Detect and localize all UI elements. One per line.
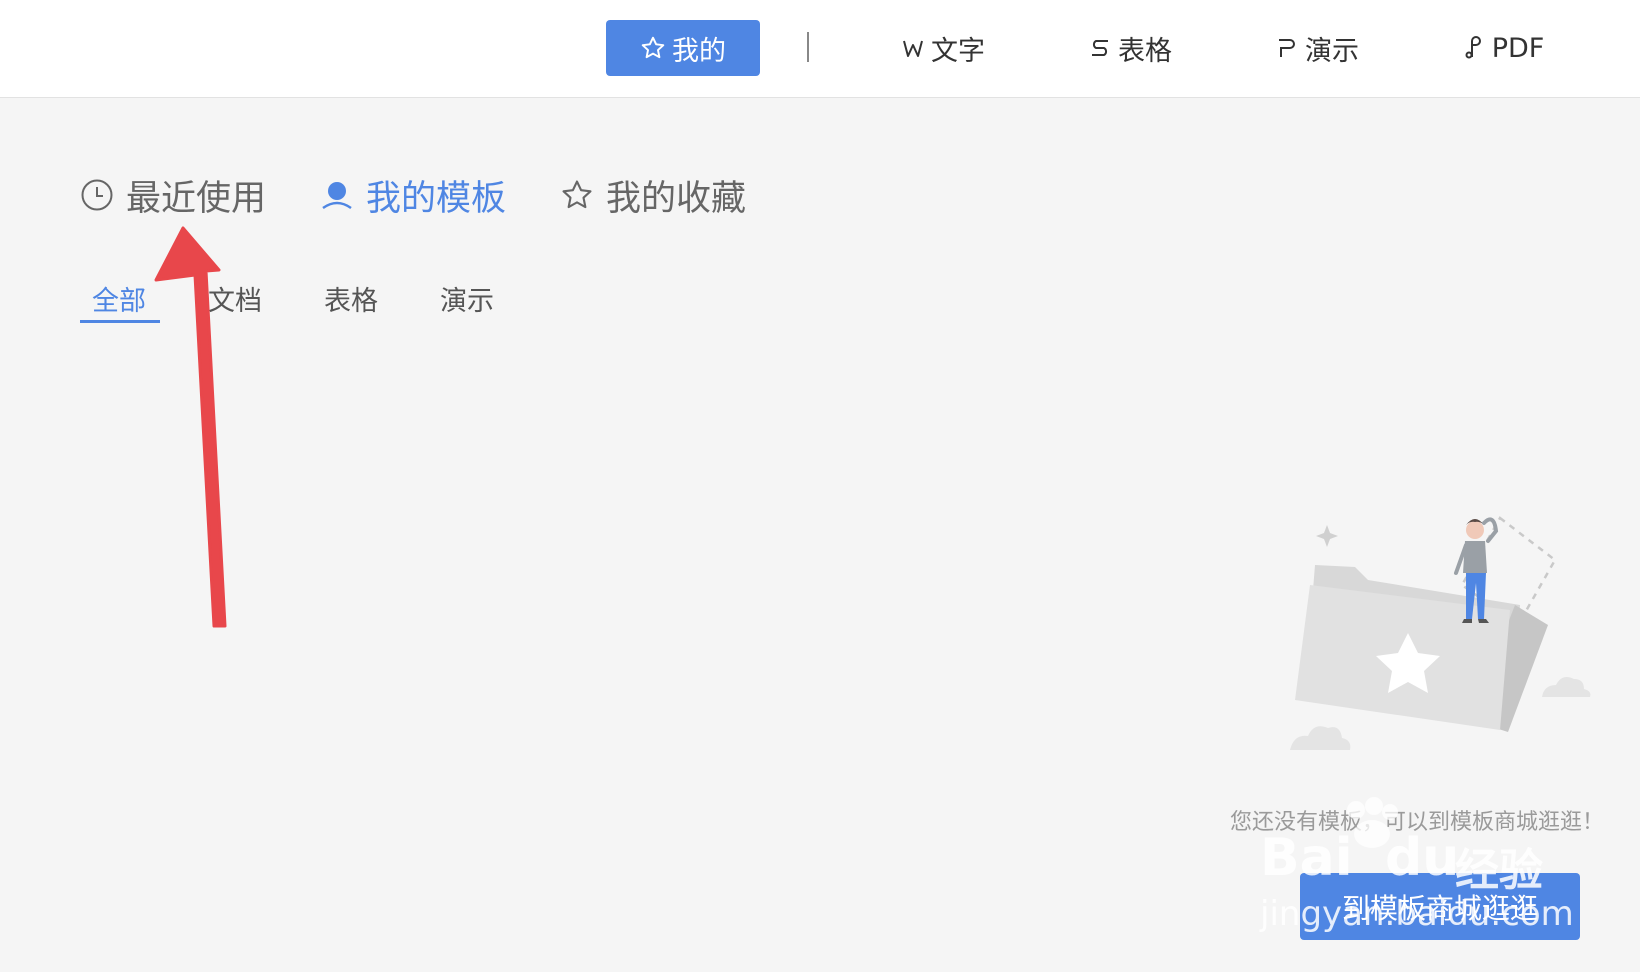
star-outline-icon <box>560 178 594 212</box>
tab-favorites[interactable]: 我的收藏 <box>560 170 746 220</box>
empty-state-message: 您还没有模板，可以到模板商城逛逛！ <box>1230 810 1605 835</box>
s-letter-icon <box>1088 36 1112 60</box>
p-letter-icon <box>1275 36 1299 60</box>
top-tab-mine-label: 我的 <box>672 35 726 67</box>
top-navigation-bar: 我的 文字 表格 演示 PDF <box>0 0 1640 98</box>
subtab-spreadsheets[interactable]: 表格 <box>324 282 378 322</box>
subtab-all[interactable]: 全部 <box>92 282 146 322</box>
subtab-presentations[interactable]: 演示 <box>440 282 494 322</box>
w-letter-icon <box>901 36 925 60</box>
subtab-documents[interactable]: 文档 <box>208 282 262 322</box>
tab-recent[interactable]: 最近使用 <box>80 170 266 220</box>
clock-icon <box>80 178 114 212</box>
subtab-active-underline <box>80 320 160 323</box>
top-tab-spreadsheet[interactable]: 表格 <box>1080 20 1180 76</box>
top-tab-mine[interactable]: 我的 <box>606 20 760 76</box>
top-tab-spreadsheet-label: 表格 <box>1118 35 1172 67</box>
top-tab-pdf[interactable]: PDF <box>1453 20 1553 76</box>
tab-recent-label: 最近使用 <box>126 178 267 219</box>
star-outline-icon <box>640 35 666 61</box>
top-tab-presentation[interactable]: 演示 <box>1267 20 1367 76</box>
go-to-template-store-button[interactable]: 到模板商城逛逛 <box>1300 873 1580 940</box>
top-tab-pdf-label: PDF <box>1491 32 1545 64</box>
top-tab-writer-label: 文字 <box>931 35 985 67</box>
top-tab-presentation-label: 演示 <box>1305 35 1359 67</box>
top-divider <box>807 32 809 62</box>
pdf-letter-icon <box>1462 36 1486 60</box>
empty-state-illustration <box>1270 505 1610 759</box>
top-tab-writer[interactable]: 文字 <box>893 20 993 76</box>
tab-favorites-label: 我的收藏 <box>606 178 747 219</box>
tab-my-templates[interactable]: 我的模板 <box>320 170 506 220</box>
tab-my-templates-label: 我的模板 <box>366 178 507 219</box>
user-icon <box>320 178 354 212</box>
